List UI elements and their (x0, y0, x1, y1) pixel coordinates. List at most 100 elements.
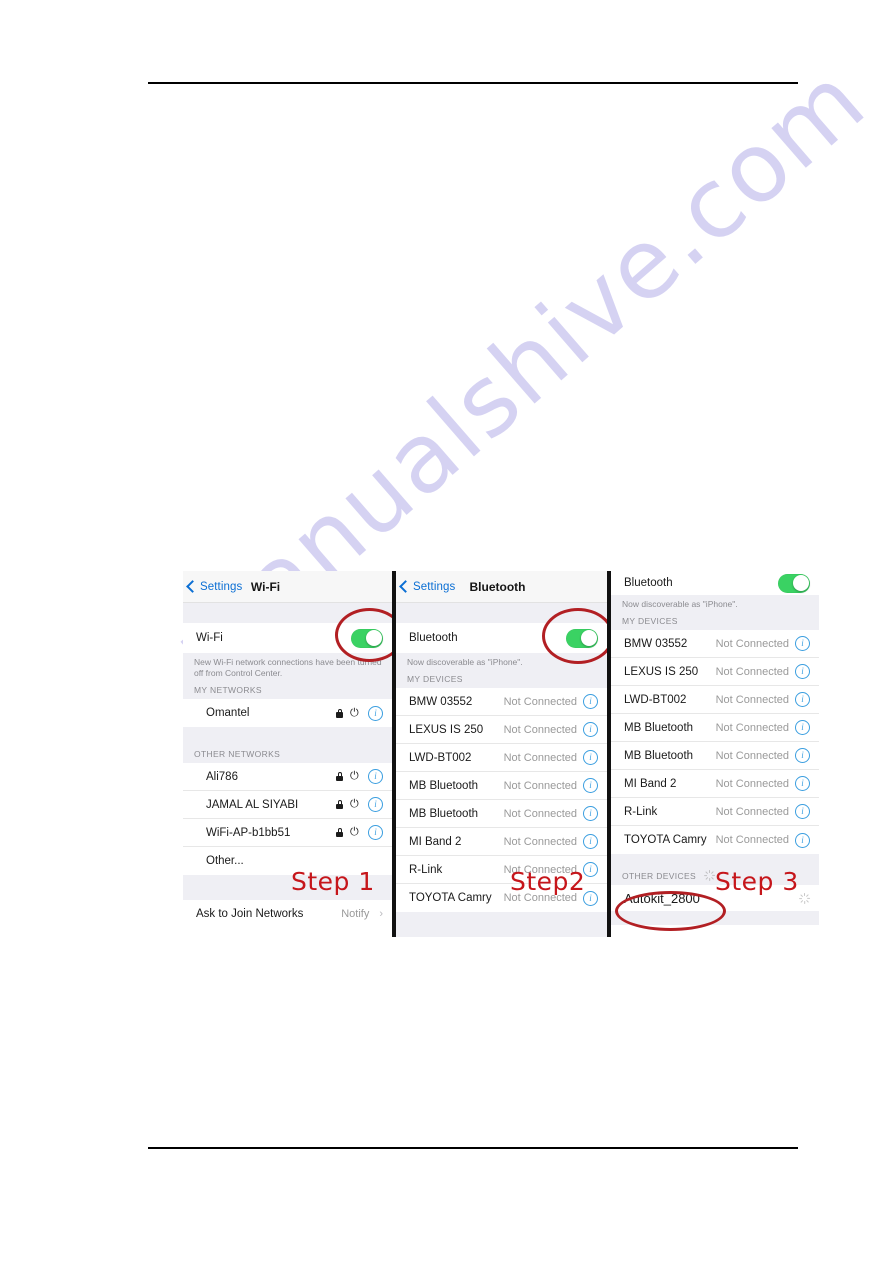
network-row-other[interactable]: Other... (183, 847, 392, 875)
wifi-toggle-row[interactable]: Wi-Fi (183, 623, 392, 653)
device-row[interactable]: MB Bluetooth Not Connected i (611, 714, 819, 742)
device-row[interactable]: LWD-BT002 Not Connected i (611, 686, 819, 714)
lock-icon (336, 708, 343, 718)
info-icon[interactable]: i (583, 862, 598, 877)
wifi-toggle-label: Wi-Fi (196, 632, 223, 644)
panel-bluetooth-discovery: Bluetooth Now discoverable as "iPhone". … (611, 571, 819, 937)
device-status: Not Connected (503, 779, 577, 792)
device-name: MI Band 2 (409, 835, 462, 848)
network-row[interactable]: JAMAL AL SIYABI ⏻ i (183, 791, 392, 819)
panel-bluetooth-settings: Settings Bluetooth Bluetooth Now discove… (392, 571, 611, 937)
network-row[interactable]: Omantel ⏻ i (183, 699, 392, 727)
device-row[interactable]: LEXUS IS 250 Not Connected i (396, 716, 607, 744)
bluetooth-toggle-switch[interactable] (566, 628, 598, 648)
device-row[interactable]: MB Bluetooth Not Connected i (396, 772, 607, 800)
info-icon[interactable]: i (795, 664, 810, 679)
info-icon[interactable]: i (795, 720, 810, 735)
toggle-knob (365, 630, 382, 646)
network-name: Omantel (206, 707, 250, 719)
info-icon[interactable]: i (583, 778, 598, 793)
device-row[interactable]: BMW 03552 Not Connected i (396, 688, 607, 716)
network-indicators: ⏻ i (336, 797, 383, 812)
device-row[interactable]: TOYOTA Camry Not Connected i (611, 826, 819, 854)
device-name: LEXUS IS 250 (624, 665, 699, 678)
info-icon[interactable]: i (795, 636, 810, 651)
device-row[interactable]: MI Band 2 Not Connected i (396, 828, 607, 856)
device-row[interactable]: MI Band 2 Not Connected i (611, 770, 819, 798)
device-status: Not Connected (715, 834, 789, 846)
device-name: BMW 03552 (409, 695, 473, 708)
device-row[interactable]: MB Bluetooth Not Connected i (611, 742, 819, 770)
network-name: Ali786 (206, 770, 238, 783)
group-gap (183, 603, 392, 623)
lock-icon (336, 800, 343, 809)
device-row[interactable]: LWD-BT002 Not Connected i (396, 744, 607, 772)
device-row[interactable]: LEXUS IS 250 Not Connected i (611, 658, 819, 686)
lock-icon (336, 828, 343, 837)
info-icon[interactable]: i (368, 825, 383, 840)
device-name: LWD-BT002 (624, 693, 687, 706)
back-button-settings[interactable]: Settings (399, 580, 455, 593)
device-row[interactable]: BMW 03552 Not Connected i (611, 630, 819, 658)
device-status: Not Connected (503, 723, 577, 736)
bluetooth-toggle-row[interactable]: Bluetooth (611, 571, 819, 595)
device-row[interactable]: TOYOTA Camry Not Connected i (396, 884, 607, 912)
device-row-autokit[interactable]: Autokit_2800 (611, 885, 819, 911)
section-header-other-devices: OTHER DEVICES (611, 867, 819, 885)
info-icon[interactable]: i (795, 692, 810, 707)
ask-to-join-label: Ask to Join Networks (196, 908, 304, 920)
info-icon[interactable]: i (795, 832, 810, 848)
device-name: TOYOTA Camry (409, 892, 492, 904)
back-button-settings[interactable]: Settings (186, 580, 242, 593)
device-row[interactable]: MB Bluetooth Not Connected i (396, 800, 607, 828)
info-icon[interactable]: i (583, 806, 598, 821)
network-name: Other... (206, 855, 244, 867)
toggle-knob (580, 630, 597, 646)
info-icon[interactable]: i (795, 748, 810, 763)
device-row[interactable]: R-Link Not Connected i (396, 856, 607, 884)
device-status: Not Connected (503, 892, 577, 904)
info-icon[interactable]: i (368, 705, 383, 721)
info-icon[interactable]: i (583, 834, 598, 849)
manual-page: manualshive.com Settings Wi-Fi Wi-Fi New… (0, 0, 893, 1263)
info-icon[interactable]: i (583, 722, 598, 737)
network-row[interactable]: Ali786 ⏻ i (183, 763, 392, 791)
toggle-knob (792, 575, 809, 591)
network-row[interactable]: WiFi-AP-b1bb51 ⏻ i (183, 819, 392, 847)
section-header-other-networks: OTHER NETWORKS (183, 746, 392, 763)
bluetooth-toggle-switch[interactable] (778, 573, 810, 593)
device-status: Not Connected (715, 637, 789, 650)
wifi-toggle-switch[interactable] (351, 628, 383, 648)
device-status: Not Connected (503, 863, 577, 876)
info-icon[interactable]: i (368, 797, 383, 812)
device-status: Not Connected (503, 807, 577, 820)
device-name: MB Bluetooth (409, 779, 479, 792)
network-name: JAMAL AL SIYABI (206, 798, 299, 811)
device-name: R-Link (409, 863, 443, 876)
info-icon[interactable]: i (583, 890, 598, 906)
lock-icon (336, 772, 343, 781)
info-icon[interactable]: i (583, 750, 598, 765)
info-icon[interactable]: i (583, 694, 598, 709)
group-gap (611, 854, 819, 867)
screenshot-composite: Settings Wi-Fi Wi-Fi New Wi-Fi network c… (183, 571, 823, 937)
chevron-left-icon (186, 580, 199, 593)
info-icon[interactable]: i (368, 769, 383, 784)
device-name: R-Link (624, 805, 658, 818)
device-status: Not Connected (715, 805, 789, 818)
network-indicators: ⏻ i (336, 825, 383, 840)
wifi-signal-icon: ⏻ (350, 770, 359, 782)
device-row[interactable]: R-Link Not Connected i (611, 798, 819, 826)
bluetooth-toggle-row[interactable]: Bluetooth (396, 623, 607, 653)
device-name: MB Bluetooth (624, 749, 694, 762)
ask-to-join-networks-row[interactable]: Ask to Join Networks Notify › (183, 900, 392, 928)
device-name: LEXUS IS 250 (409, 723, 484, 736)
bluetooth-note-text: Now discoverable as "iPhone". (396, 653, 607, 671)
group-gap (183, 875, 392, 900)
activity-spinner-icon (799, 892, 811, 904)
info-icon[interactable]: i (795, 804, 810, 819)
section-header-my-devices: MY DEVICES (611, 613, 819, 630)
header-rule (148, 82, 798, 84)
other-devices-label: OTHER DEVICES (622, 871, 696, 881)
info-icon[interactable]: i (795, 776, 810, 791)
